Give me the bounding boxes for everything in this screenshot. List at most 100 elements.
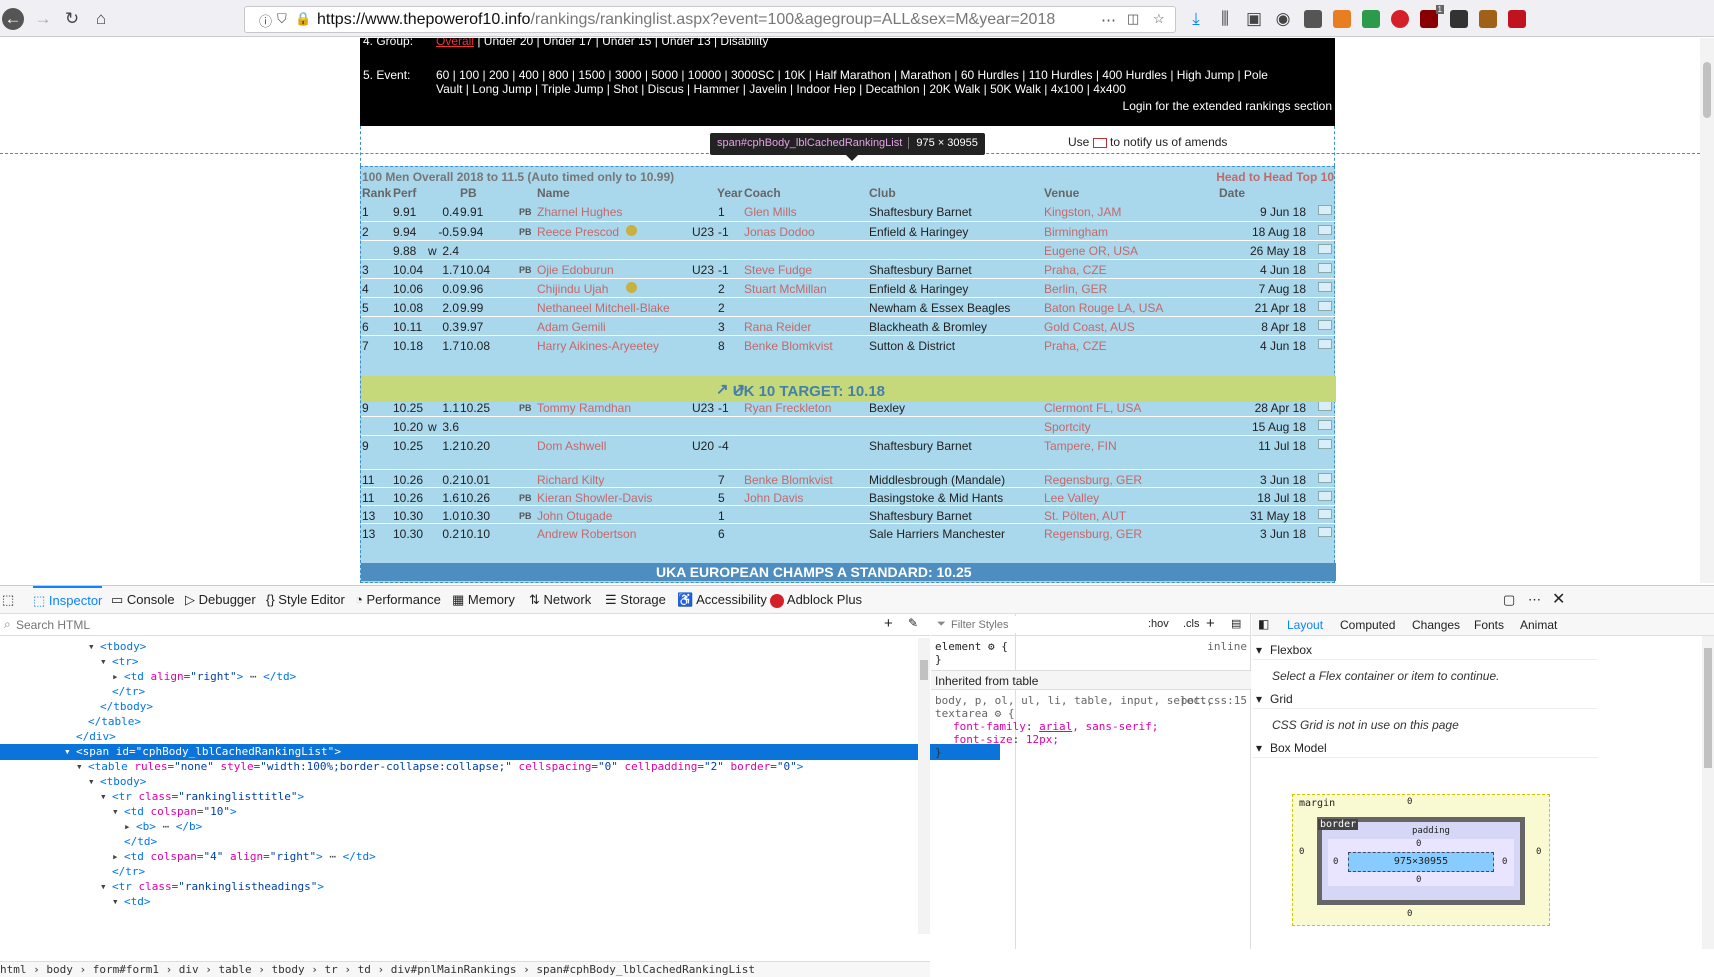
markup-node[interactable]: ▾ <tr> [0, 654, 1000, 670]
margin-left[interactable]: 0 [1299, 847, 1304, 857]
venue-link[interactable]: Kingston, JAM [1044, 205, 1121, 219]
envelope-icon[interactable] [1318, 301, 1332, 311]
event-links-line2[interactable]: Vault | Long Jump | Triple Jump | Shot |… [436, 82, 1126, 96]
scrollbar-thumb[interactable] [1703, 62, 1711, 118]
envelope-icon[interactable] [1318, 244, 1332, 254]
margin-bottom[interactable]: 0 [1407, 909, 1412, 919]
markup-node[interactable]: ▸ <b> ⋯ </b> [0, 819, 1000, 835]
tab-changes[interactable]: Changes [1412, 618, 1460, 632]
markup-node[interactable]: ▾ <tbody> [0, 774, 1000, 790]
markup-node[interactable]: ▾ <tr class="rankinglistheadings"> [0, 879, 1000, 895]
info-icon[interactable]: ⓘ [259, 11, 272, 30]
print-media-icon[interactable]: ▤ [1231, 617, 1241, 630]
devtools-menu-icon[interactable]: ⋯ [1528, 586, 1541, 614]
download-icon[interactable]: ⤓ [1185, 8, 1207, 30]
red-extension-icon[interactable] [1508, 10, 1526, 28]
url-text[interactable]: https://www.thepowerof10.info/rankings/r… [317, 11, 1055, 29]
venue-link[interactable]: Sportcity [1044, 420, 1091, 434]
venue-link[interactable]: Praha, CZE [1044, 339, 1107, 353]
group-overall-link[interactable]: Overall [436, 38, 474, 48]
athlete-link[interactable]: Kieran Showler-Davis [537, 491, 652, 505]
coach-link[interactable]: Glen Mills [744, 205, 797, 219]
venue-link[interactable]: Gold Coast, AUS [1044, 320, 1135, 334]
envelope-icon[interactable] [1318, 339, 1332, 349]
markup-node[interactable]: </tr> [0, 864, 1000, 880]
coach-link[interactable]: Stuart McMillan [744, 282, 827, 296]
coach-link[interactable]: John Davis [744, 491, 803, 505]
url-bar[interactable]: ⓘ ⛉ 🔒 https://www.thepowerof10.info/rank… [244, 6, 1176, 33]
markup-node[interactable]: </tr> [0, 684, 1000, 700]
login-link[interactable]: Login for the extended rankings section [1123, 99, 1332, 113]
markup-node[interactable]: ▾ <span id="cphBody_lblCachedRankingList"… [0, 744, 1000, 760]
venue-link[interactable]: Baton Rouge LA, USA [1044, 301, 1163, 315]
source-link[interactable]: pot.css:15 [1181, 694, 1247, 707]
markup-node[interactable]: ▸ <td colspan="4" align="right"> ⋯ </td> [0, 849, 1000, 865]
account-icon[interactable]: ◉ [1272, 8, 1294, 30]
add-rule-icon[interactable]: + [1206, 615, 1215, 632]
padding-bottom[interactable]: 0 [1416, 875, 1421, 885]
venue-link[interactable]: Regensburg, GER [1044, 473, 1142, 487]
sidebar-toggle-icon[interactable]: ◧ [1258, 617, 1269, 631]
filter-styles-input[interactable] [951, 616, 1131, 633]
athlete-link[interactable]: John Otugade [537, 509, 612, 523]
extension-icon[interactable] [1304, 10, 1322, 28]
breadcrumb[interactable]: html › body › form#form1 › div › table ›… [0, 961, 930, 977]
athlete-link[interactable]: Andrew Robertson [537, 527, 636, 541]
markup-node[interactable]: ▸ <td align="right"> ⋯ </td> [0, 669, 1000, 685]
tab-fonts[interactable]: Fonts [1474, 618, 1504, 632]
tool-extension-icon[interactable] [1450, 10, 1468, 28]
firefox-extension-icon[interactable] [1333, 10, 1351, 28]
layout-scroll-thumb[interactable] [1704, 648, 1712, 768]
coach-link[interactable]: Rana Reider [744, 320, 811, 334]
envelope-icon[interactable] [1318, 282, 1332, 292]
group-rest[interactable]: | Under 20 | Under 17 | Under 15 | Under… [474, 38, 768, 48]
markup-node[interactable]: ▾ <td colspan="10"> [0, 804, 1000, 820]
envelope-icon[interactable] [1318, 263, 1332, 273]
athlete-link[interactable]: Dom Ashwell [537, 439, 606, 453]
athlete-link[interactable]: Richard Kilty [537, 473, 604, 487]
prop-font-family[interactable]: font-family: arial, sans-serif; [935, 720, 1247, 733]
envelope-icon[interactable] [1318, 205, 1332, 215]
pick-element-icon[interactable]: ⬚ [2, 586, 22, 614]
tab-storage[interactable]: ☰ Storage [605, 586, 666, 614]
athlete-link[interactable]: Nethaneel Mitchell-Blake [537, 301, 670, 315]
envelope-icon[interactable] [1318, 420, 1332, 430]
add-node-icon[interactable]: + [884, 615, 893, 632]
envelope-icon[interactable] [1318, 439, 1332, 449]
back-icon[interactable]: ← [2, 8, 24, 30]
library-icon[interactable]: ⫼ [1214, 8, 1236, 30]
flexbox-section[interactable]: ▾ Flexbox [1252, 640, 1598, 660]
gear-icon[interactable]: ⚙ [995, 707, 1002, 720]
tab-accessibility[interactable]: ♿ Accessibility [677, 586, 767, 614]
envelope-icon[interactable] [1318, 401, 1332, 411]
envelope-icon[interactable] [1318, 225, 1332, 235]
sidebar-icon[interactable]: ▣ [1243, 8, 1265, 30]
envelope-icon[interactable] [1318, 509, 1332, 519]
adblock-icon[interactable] [1391, 10, 1409, 28]
shield-extension-icon[interactable] [1362, 10, 1380, 28]
grid-section[interactable]: ▾ Grid [1252, 689, 1598, 709]
athlete-link[interactable]: Harry Aikines-Aryeetey [537, 339, 659, 353]
coach-link[interactable]: Jonas Dodoo [744, 225, 815, 239]
tab-computed[interactable]: Computed [1340, 618, 1395, 632]
tab-inspector[interactable]: ⬚ Inspector [33, 586, 103, 614]
box-model-content[interactable]: 975×30955 [1348, 852, 1494, 872]
html-search-input[interactable] [16, 616, 516, 633]
close-icon[interactable]: ✕ [1552, 586, 1565, 614]
coach-link[interactable]: Ryan Freckleton [744, 401, 831, 415]
markup-scroll-thumb[interactable] [920, 660, 928, 680]
tab-network[interactable]: ⇅ Network [529, 586, 591, 614]
tab-console[interactable]: ▭ Console [111, 586, 175, 614]
prop1-value-link[interactable]: arial [1039, 720, 1072, 733]
margin-top[interactable]: 0 [1407, 797, 1412, 807]
venue-link[interactable]: Berlin, GER [1044, 282, 1107, 296]
athlete-link[interactable]: Tommy Ramdhan [537, 401, 631, 415]
envelope-icon[interactable] [1092, 137, 1107, 148]
envelope-icon[interactable] [1318, 473, 1332, 483]
envelope-icon[interactable] [1318, 491, 1332, 501]
venue-link[interactable]: Lee Valley [1044, 491, 1099, 505]
markup-node[interactable]: ▾ <td> [0, 894, 1000, 910]
athlete-link[interactable]: Adam Gemili [537, 320, 606, 334]
pocket-icon[interactable]: ◫ [1127, 11, 1139, 27]
coach-link[interactable]: Benke Blomkvist [744, 339, 833, 353]
